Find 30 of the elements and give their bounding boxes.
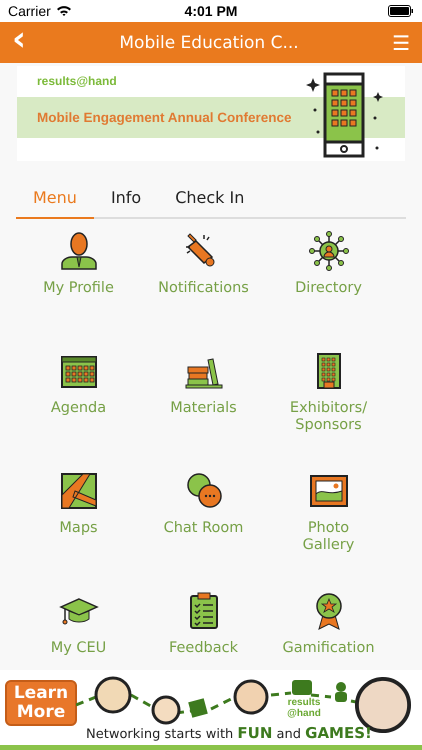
network-icon [308, 231, 348, 271]
menu-tile[interactable]: My CEU [16, 583, 141, 657]
banner-tagline: Networking starts with FUN and GAMES! [86, 724, 372, 742]
menu-tile[interactable]: Directory [266, 223, 391, 297]
brand-logo: results @hand [286, 697, 322, 719]
menu-tile[interactable]: My Profile [16, 223, 141, 297]
clock-time: 4:01 PM [184, 3, 238, 19]
menu-tile[interactable]: Feedback [141, 583, 266, 657]
brand-logo: results@hand [37, 74, 117, 88]
learn-more-button[interactable]: Learn More [5, 680, 77, 726]
menu-tile[interactable]: Notifications [141, 223, 266, 297]
menu-tile[interactable]: Agenda [16, 343, 141, 417]
menu-tile[interactable]: Maps [16, 463, 141, 537]
carrier-label: Carrier [8, 3, 51, 19]
battery-icon [388, 5, 414, 17]
person-icon [58, 231, 98, 271]
banner-headline: Mobile Engagement Annual Conference [37, 110, 292, 125]
menu-tile[interactable]: Materials [141, 343, 266, 417]
tab[interactable]: Check In [158, 177, 262, 219]
screen-title: Mobile Education C... [119, 32, 299, 52]
menu-tile[interactable]: Photo Gallery [266, 463, 391, 554]
map-icon [58, 471, 98, 511]
menu-button[interactable]: ☰ [388, 32, 414, 52]
back-button[interactable]: ‹ [8, 22, 30, 56]
menu-tile[interactable]: Gamification [266, 583, 391, 657]
menu-tile[interactable]: Chat Room [141, 463, 266, 537]
tab[interactable]: Menu [16, 177, 94, 219]
wifi-icon [56, 5, 72, 17]
tab[interactable]: Info [94, 177, 158, 219]
menu-tile[interactable]: Exhibitors/ Sponsors [266, 343, 391, 434]
